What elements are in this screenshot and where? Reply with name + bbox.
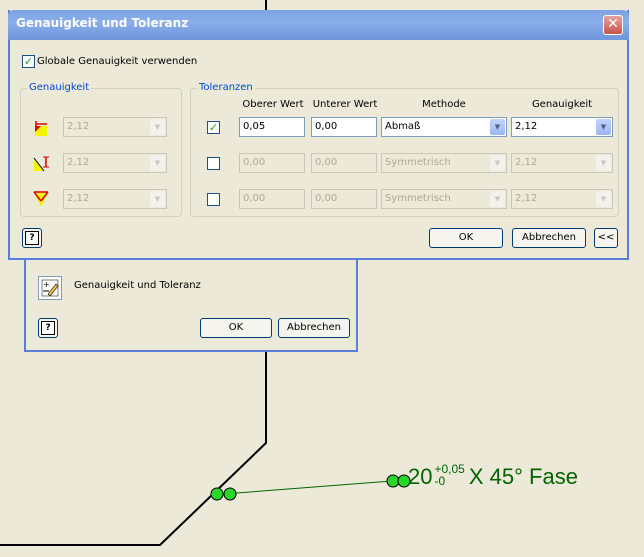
method-select-1[interactable]: Abmaß ▼ [381, 117, 507, 137]
tolerance-precision-value-3: 2,12 [515, 193, 538, 204]
check-icon: ✓ [208, 121, 219, 134]
tolerance-group: Toleranzen Oberer Wert Unterer Wert Meth… [190, 82, 619, 217]
precision-select-3[interactable]: 2,12 ▼ [63, 189, 167, 209]
back-dialog-label: Genauigkeit und Toleranz [74, 280, 201, 291]
global-precision-label: Globale Genauigkeit verwenden [37, 56, 198, 67]
method-value-2: Symmetrisch [385, 157, 451, 168]
global-precision-checkbox[interactable]: ✓ [22, 55, 35, 68]
dialog-titlebar[interactable]: Genauigkeit und Toleranz ✕ [8, 10, 629, 40]
header-lower-value: Unterer Wert [312, 99, 378, 110]
header-upper-value: Oberer Wert [242, 99, 304, 110]
method-select-3[interactable]: Symmetrisch ▼ [381, 189, 507, 209]
precision-value-1: 2,12 [67, 121, 90, 132]
radial-dimension-icon [33, 191, 49, 207]
leader-grip-right [386, 474, 411, 488]
chevron-down-icon: ▼ [150, 119, 165, 135]
chevron-down-icon: ▼ [150, 155, 165, 171]
help-icon: ? [25, 231, 39, 245]
back-cancel-button[interactable]: Abbrechen [278, 318, 350, 338]
chevron-down-icon: ▼ [596, 191, 611, 207]
tolerance-checkbox-2[interactable] [207, 157, 220, 170]
tolerance-precision-select-1[interactable]: 2,12 ▼ [511, 117, 613, 137]
chevron-down-icon: ▼ [490, 155, 505, 171]
angular-dimension-icon [33, 156, 49, 172]
tolerance-precision-value-1: 2,12 [515, 121, 538, 132]
cancel-button[interactable]: Abbrechen [512, 228, 586, 248]
close-button[interactable]: ✕ [603, 15, 623, 35]
chevron-down-icon: ▼ [490, 191, 505, 207]
precision-group-title: Genauigkeit [27, 82, 92, 93]
tolerance-precision-select-2[interactable]: 2,12 ▼ [511, 153, 613, 173]
dialog-title: Genauigkeit und Toleranz [16, 16, 189, 30]
ok-button[interactable]: OK [429, 228, 503, 248]
method-value-3: Symmetrisch [385, 193, 451, 204]
precision-value-2: 2,12 [67, 157, 90, 168]
dimension-value: 20 [408, 464, 433, 489]
back-ok-button[interactable]: OK [200, 318, 272, 338]
tolerance-checkbox-3[interactable] [207, 193, 220, 206]
back-help-button[interactable]: ? [38, 318, 58, 338]
close-icon: ✕ [607, 16, 619, 32]
chamfer-dimension-label[interactable]: 20 +0,05 -0 X 45° Fase [408, 463, 578, 490]
lower-value-input-1[interactable]: 0,00 [311, 117, 377, 137]
lower-value-input-3[interactable]: 0,00 [311, 189, 377, 209]
method-value-1: Abmaß [385, 121, 421, 132]
header-method: Methode [422, 99, 466, 110]
tolerance-checkbox-1[interactable]: ✓ [207, 121, 220, 134]
method-select-2[interactable]: Symmetrisch ▼ [381, 153, 507, 173]
help-icon: ? [41, 321, 55, 335]
tolerance-precision-select-3[interactable]: 2,12 ▼ [511, 189, 613, 209]
lower-value-input-2[interactable]: 0,00 [311, 153, 377, 173]
leader-line [223, 480, 393, 495]
tolerance-stack: +0,05 -0 [434, 463, 464, 487]
chevron-down-icon: ▼ [150, 191, 165, 207]
upper-value-input-3[interactable]: 0,00 [239, 189, 305, 209]
collapse-button[interactable]: << [594, 228, 618, 248]
tolerance-precision-value-2: 2,12 [515, 157, 538, 168]
chevron-down-icon: ▼ [490, 119, 505, 135]
leader-grip-left [210, 487, 237, 501]
precision-value-3: 2,12 [67, 193, 90, 204]
upper-value-input-1[interactable]: 0,05 [239, 117, 305, 137]
upper-value-input-2[interactable]: 0,00 [239, 153, 305, 173]
help-button[interactable]: ? [22, 228, 42, 248]
chevron-down-icon: ▼ [596, 119, 611, 135]
dimension-suffix: X 45° Fase [468, 464, 578, 489]
svg-text:+: + [43, 280, 50, 289]
precision-select-1[interactable]: 2,12 ▼ [63, 117, 167, 137]
pencil-icon: + [41, 279, 59, 297]
linear-dimension-icon [35, 121, 47, 136]
chevron-down-icon: ▼ [596, 155, 611, 171]
precision-select-2[interactable]: 2,12 ▼ [63, 153, 167, 173]
tolerance-lower: -0 [434, 474, 446, 489]
header-precision: Genauigkeit [531, 99, 593, 110]
part-outline-lower [0, 352, 267, 546]
edit-text-button[interactable]: + [38, 276, 62, 300]
precision-group: Genauigkeit 2,12 ▼ 2,12 ▼ 2,12 ▼ [20, 82, 182, 217]
check-icon: ✓ [23, 55, 34, 68]
tolerance-group-title: Toleranzen [197, 82, 255, 93]
precision-tolerance-dialog: Genauigkeit und Toleranz ✕ ✓ Globale Gen… [8, 10, 629, 260]
